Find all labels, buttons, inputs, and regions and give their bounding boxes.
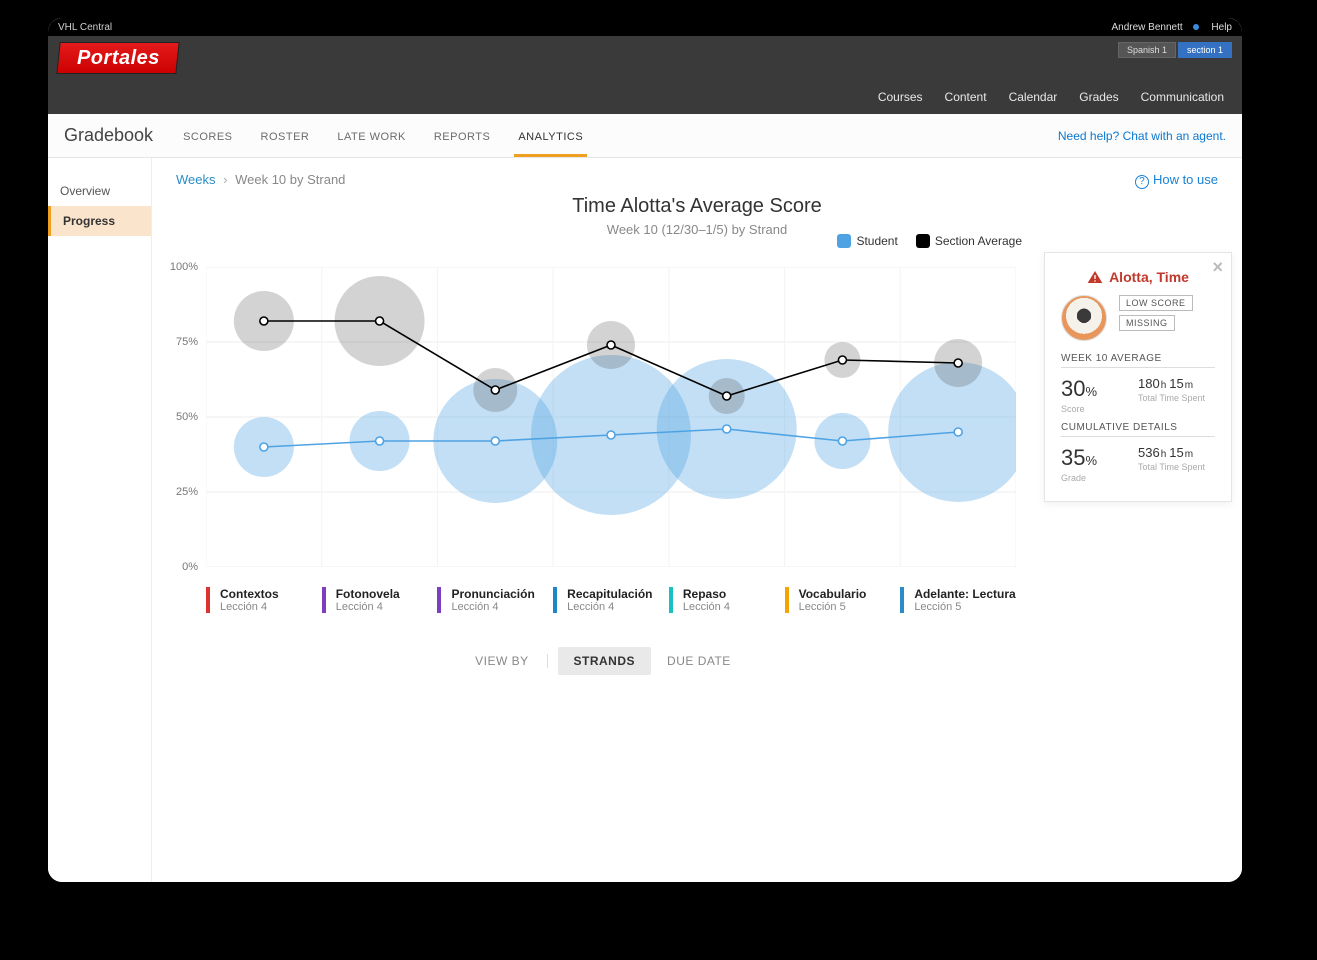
x-category: RepasoLección 4 bbox=[669, 587, 785, 613]
cumulative-title: CUMULATIVE DETAILS bbox=[1061, 422, 1215, 437]
y-tick: 75% bbox=[176, 336, 198, 348]
close-icon[interactable]: × bbox=[1212, 257, 1223, 278]
y-tick: 25% bbox=[176, 486, 198, 498]
page-title: Gradebook bbox=[64, 125, 153, 146]
student-name-heading: Alotta, Time bbox=[1061, 269, 1215, 285]
x-category: FotonovelaLección 4 bbox=[322, 587, 438, 613]
bubble-line-chart bbox=[206, 267, 1016, 567]
course-chip[interactable]: Spanish 1 bbox=[1118, 42, 1176, 58]
week-score-metric: 30% Score bbox=[1061, 376, 1138, 414]
y-tick: 0% bbox=[182, 561, 198, 573]
legend-swatch-section bbox=[916, 234, 930, 248]
chart-subtitle: Week 10 (12/30–1/5) by Strand bbox=[176, 222, 1218, 237]
legend-section: Section Average bbox=[916, 234, 1022, 249]
cum-grade-metric: 35% Grade bbox=[1061, 445, 1138, 483]
nav-communication[interactable]: Communication bbox=[1141, 90, 1224, 104]
nav-grades[interactable]: Grades bbox=[1079, 90, 1118, 104]
y-tick: 50% bbox=[176, 411, 198, 423]
top-system-bar: VHL Central Andrew Bennett Help bbox=[48, 18, 1242, 36]
subtab-reports[interactable]: REPORTS bbox=[434, 131, 490, 143]
question-icon: ? bbox=[1135, 175, 1149, 189]
warning-icon bbox=[1087, 270, 1103, 284]
device-frame: VHL Central Andrew Bennett Help Portales… bbox=[30, 0, 1260, 900]
view-by-toggle[interactable]: STRANDSDUE DATE bbox=[558, 647, 747, 675]
breadcrumb: Weeks › Week 10 by Strand bbox=[176, 172, 1218, 187]
course-selector[interactable]: Spanish 1 section 1 bbox=[1118, 42, 1232, 58]
status-badge: MISSING bbox=[1119, 315, 1175, 331]
student-detail-panel: × Alotta, Time LOW SCORE MISSING WEEK 10 … bbox=[1044, 252, 1232, 502]
legend-swatch-student bbox=[837, 234, 851, 248]
viewby-due-date[interactable]: DUE DATE bbox=[651, 647, 747, 675]
help-link[interactable]: Help bbox=[1211, 22, 1232, 33]
subtab-analytics[interactable]: ANALYTICS bbox=[518, 131, 583, 143]
how-to-use-label: How to use bbox=[1153, 172, 1218, 187]
logo[interactable]: Portales bbox=[56, 42, 179, 74]
sidebar-item-overview[interactable]: Overview bbox=[48, 176, 151, 206]
chart-title: Time Alotta's Average Score bbox=[176, 195, 1218, 218]
legend-student: Student bbox=[837, 234, 897, 249]
user-name[interactable]: Andrew Bennett bbox=[1111, 22, 1182, 33]
x-category: ContextosLección 4 bbox=[206, 587, 322, 613]
y-tick: 100% bbox=[170, 261, 198, 273]
breadcrumb-root[interactable]: Weeks bbox=[176, 172, 216, 187]
nav-courses[interactable]: Courses bbox=[878, 90, 923, 104]
gradebook-subheader: Gradebook SCORES ROSTER LATE WORK REPORTS AN… bbox=[48, 114, 1242, 158]
subtab-roster[interactable]: ROSTER bbox=[261, 131, 310, 143]
content-area: Weeks › Week 10 by Strand ? How to use Ti… bbox=[152, 158, 1242, 882]
x-category: VocabularioLección 5 bbox=[785, 587, 901, 613]
view-by-row: VIEW BY STRANDSDUE DATE bbox=[206, 647, 1016, 675]
x-category: Adelante: LecturaLección 5 bbox=[900, 587, 1016, 613]
nav-content[interactable]: Content bbox=[945, 90, 987, 104]
sidebar-item-progress[interactable]: Progress bbox=[48, 206, 151, 236]
week-time-metric: 180h15m Total Time Spent bbox=[1138, 376, 1215, 414]
chart-legend: Student Section Average bbox=[837, 234, 1022, 249]
how-to-use-link[interactable]: ? How to use bbox=[1135, 172, 1218, 189]
chart-area: 0%25%50%75%100% bbox=[206, 267, 1016, 567]
week-avg-title: WEEK 10 AVERAGE bbox=[1061, 353, 1215, 368]
sidebar: OverviewProgress bbox=[48, 158, 152, 882]
brand-label: VHL Central bbox=[58, 22, 112, 33]
chevron-right-icon: › bbox=[223, 172, 227, 187]
breadcrumb-current: Week 10 by Strand bbox=[235, 172, 345, 187]
chart-x-categories: ContextosLección 4FotonovelaLección 4Pro… bbox=[206, 587, 1016, 613]
nav-calendar[interactable]: Calendar bbox=[1009, 90, 1058, 104]
x-category: PronunciaciónLección 4 bbox=[437, 587, 553, 613]
subtab-late-work[interactable]: LATE WORK bbox=[337, 131, 405, 143]
x-category: RecapitulaciónLección 4 bbox=[553, 587, 669, 613]
status-badge: LOW SCORE bbox=[1119, 295, 1193, 311]
subtab-scores[interactable]: SCORES bbox=[183, 131, 232, 143]
status-dot-icon bbox=[1193, 24, 1199, 30]
avatar bbox=[1061, 295, 1107, 341]
section-chip[interactable]: section 1 bbox=[1178, 42, 1232, 58]
view-by-label: VIEW BY bbox=[475, 654, 529, 668]
cum-time-metric: 536h15m Total Time Spent bbox=[1138, 445, 1215, 483]
viewby-strands[interactable]: STRANDS bbox=[558, 647, 652, 675]
app-header: Portales Spanish 1 section 1 Courses Cont… bbox=[48, 36, 1242, 114]
logo-text: Portales bbox=[77, 47, 160, 70]
chat-help-link[interactable]: Need help? Chat with an agent. bbox=[1058, 129, 1226, 143]
